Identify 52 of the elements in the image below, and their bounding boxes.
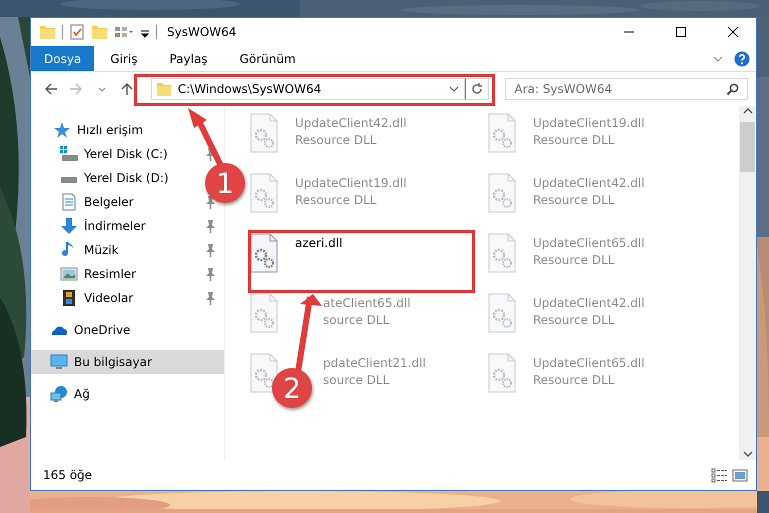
maximize-icon	[675, 26, 687, 38]
network-icon	[50, 385, 68, 403]
up-arrow-icon	[120, 82, 134, 96]
drive-icon	[60, 146, 78, 162]
sidebar-item[interactable]: Müzik	[60, 241, 119, 259]
address-field[interactable]: C:\Windows\SysWOW64	[150, 78, 466, 100]
file-type: Resource DLL	[533, 312, 614, 329]
sidebar-item[interactable]: Videolar	[60, 289, 134, 307]
file-type: source DLL	[323, 312, 390, 329]
folder-icon	[156, 80, 172, 98]
sidebar-item[interactable]: Yerel Disk (D:)	[60, 171, 169, 185]
file-type: Resource DLL	[295, 132, 376, 149]
layout-icon[interactable]	[114, 24, 134, 40]
sidebar-item[interactable]: İndirmeler	[60, 217, 146, 235]
picture-icon	[60, 265, 78, 283]
forward-arrow-icon	[69, 82, 84, 96]
file-type: source DLL	[323, 372, 390, 389]
item-count: 165 öğe	[43, 468, 94, 482]
sidebar-item[interactable]: Resimler	[60, 265, 136, 283]
sidebar-item[interactable]: Belgeler	[60, 193, 134, 211]
properties-icon[interactable]	[69, 23, 85, 41]
file-type: Resource DLL	[533, 252, 614, 269]
film-icon	[60, 289, 78, 307]
thumbnail-view-icon[interactable]	[732, 466, 748, 484]
ribbon-tab[interactable]: Paylaş	[153, 46, 224, 71]
document-icon	[60, 193, 78, 211]
search-field[interactable]: Ara: SysWOW64	[505, 78, 748, 100]
ribbon-tab[interactable]: Görünüm	[224, 46, 312, 71]
download-icon	[60, 217, 78, 235]
file-name[interactable]: azeri.dll	[295, 235, 342, 252]
file-type: Resource DLL	[533, 132, 614, 149]
close-icon	[727, 26, 739, 38]
computer-icon	[50, 353, 68, 371]
scrollbar-thumb[interactable]	[740, 122, 755, 172]
details-view-icon[interactable]	[711, 466, 728, 484]
file-type: Resource DLL	[533, 192, 614, 209]
ribbon-tab[interactable]: Giriş	[94, 46, 154, 71]
sidebar-item[interactable]: OneDrive	[50, 321, 130, 339]
file-type: Resource DLL	[295, 192, 376, 209]
ribbon-tab[interactable]: Dosya	[31, 46, 94, 71]
refresh-button[interactable]	[465, 78, 490, 100]
star-icon	[53, 121, 71, 139]
sidebar-item[interactable]: Bu bilgisayar	[50, 353, 152, 371]
file-type: Resource DLL	[533, 372, 614, 389]
window-title: SysWOW64	[167, 25, 236, 39]
sidebar-item[interactable]: Hızlı erişim	[53, 121, 144, 139]
refresh-icon	[470, 82, 484, 96]
help-icon[interactable]	[734, 50, 750, 66]
back-arrow-icon	[44, 82, 58, 96]
search-icon	[726, 82, 739, 96]
sidebar-item[interactable]: Ağ	[50, 385, 90, 403]
sidebar-item[interactable]: Yerel Disk (C:)	[60, 146, 168, 162]
